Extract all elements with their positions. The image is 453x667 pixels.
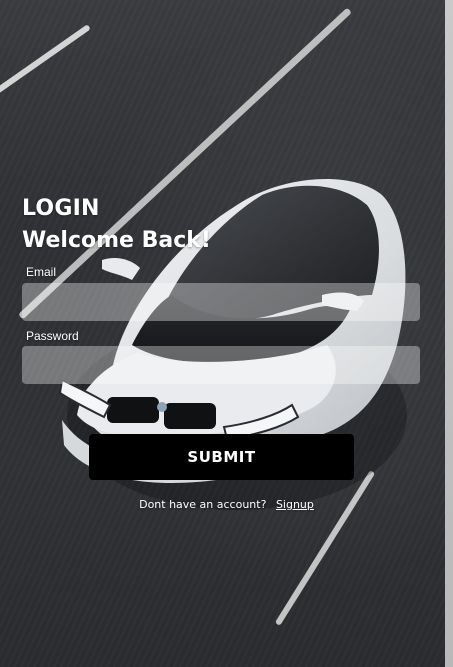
password-label: Password (26, 329, 79, 343)
background-image: LOGIN Welcome Back! Email Password SUBMI… (0, 0, 453, 667)
submit-button[interactable]: SUBMIT (89, 434, 354, 480)
signup-link[interactable]: Signup (276, 498, 314, 511)
page-title: LOGIN (22, 196, 100, 221)
signup-row: Dont have an account? Signup (0, 498, 453, 511)
email-label: Email (26, 265, 57, 279)
password-field[interactable] (22, 346, 420, 384)
welcome-subtitle: Welcome Back! (22, 228, 211, 253)
signup-prompt: Dont have an account? (139, 498, 267, 511)
login-form: LOGIN Welcome Back! Email Password SUBMI… (0, 0, 453, 667)
email-field[interactable] (22, 283, 420, 321)
